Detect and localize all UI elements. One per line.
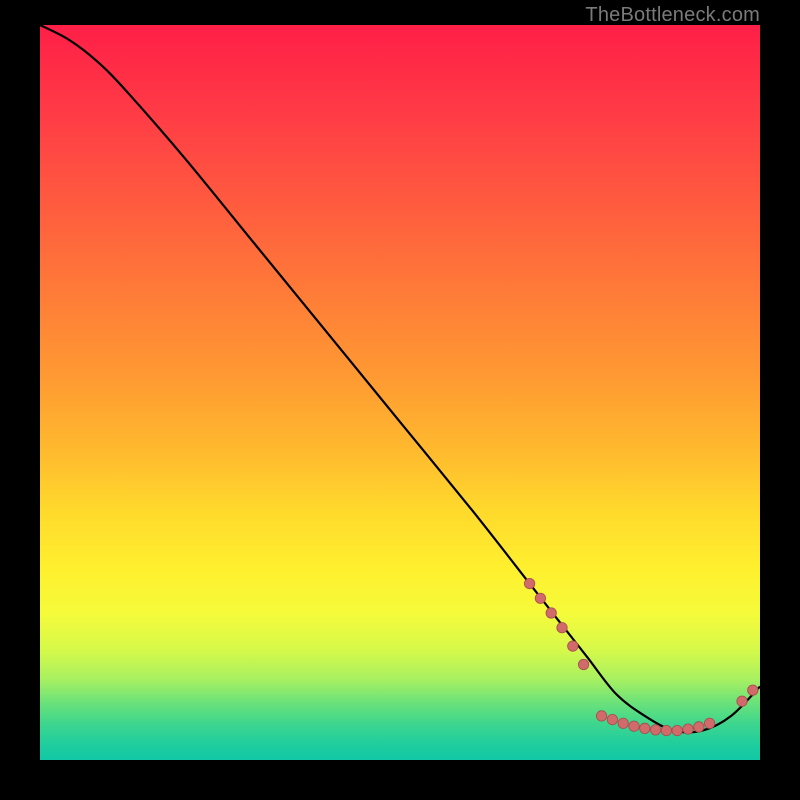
data-point [557,623,567,633]
data-point [683,724,693,734]
data-line [40,25,760,732]
data-point [629,721,639,731]
data-point [596,711,606,721]
data-point [748,685,758,695]
data-point [568,641,578,651]
data-point [704,718,714,728]
data-point [578,659,588,669]
data-point [607,714,617,724]
data-point [737,696,747,706]
chart-svg [40,25,760,760]
watermark-text: TheBottleneck.com [585,4,760,27]
data-point [546,608,556,618]
data-point [694,722,704,732]
data-point [618,718,628,728]
data-point [661,725,671,735]
data-point [640,723,650,733]
data-point [672,725,682,735]
chart-stage: TheBottleneck.com [0,0,800,800]
data-markers [524,578,758,735]
data-point [650,725,660,735]
data-point [535,593,545,603]
data-point [524,578,534,588]
plot-area [40,25,760,760]
